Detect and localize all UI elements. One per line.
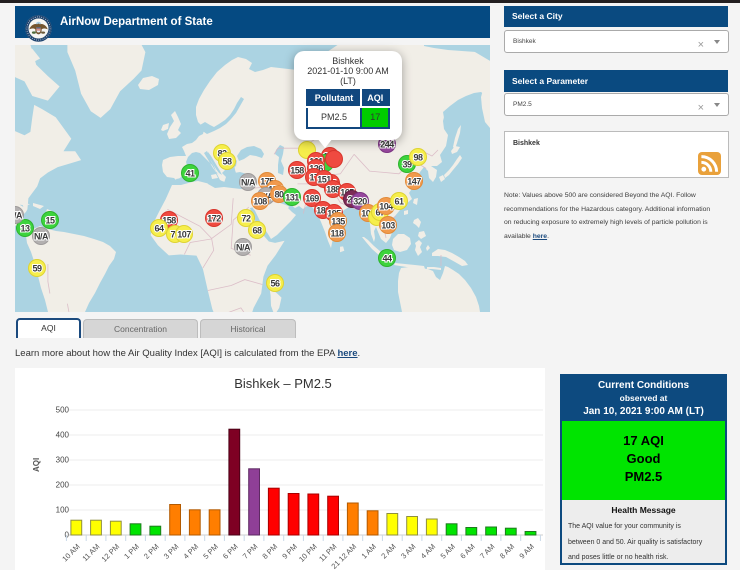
svg-text:9 AM: 9 AM <box>517 542 535 560</box>
svg-text:169: 169 <box>305 194 319 204</box>
svg-text:61: 61 <box>394 197 404 207</box>
svg-text:7 AM: 7 AM <box>478 542 496 560</box>
svg-text:158: 158 <box>290 166 304 176</box>
svg-text:400: 400 <box>56 431 70 440</box>
svg-text:41: 41 <box>185 169 195 179</box>
svg-text:N/A: N/A <box>241 178 256 188</box>
svg-text:8 AM: 8 AM <box>498 542 516 560</box>
svg-text:2 PM: 2 PM <box>142 542 161 561</box>
svg-text:1 PM: 1 PM <box>122 542 141 561</box>
svg-text:100: 100 <box>56 506 70 515</box>
svg-text:56: 56 <box>270 279 280 289</box>
svg-text:13: 13 <box>20 224 30 234</box>
svg-text:118: 118 <box>330 229 344 239</box>
svg-text:98: 98 <box>413 153 423 163</box>
svg-text:1 AM: 1 AM <box>360 542 378 560</box>
svg-text:64: 64 <box>154 224 164 234</box>
svg-text:10 AM: 10 AM <box>60 542 81 563</box>
svg-text:72: 72 <box>241 214 251 224</box>
svg-text:107: 107 <box>177 230 191 240</box>
svg-text:3 PM: 3 PM <box>162 542 181 561</box>
svg-text:7 PM: 7 PM <box>241 542 260 561</box>
svg-text:AQI: AQI <box>32 458 41 472</box>
svg-text:5 PM: 5 PM <box>201 542 220 561</box>
svg-text:172: 172 <box>207 214 221 224</box>
svg-text:3 AM: 3 AM <box>399 542 417 560</box>
svg-text:11 AM: 11 AM <box>80 542 101 563</box>
svg-text:15: 15 <box>45 216 55 226</box>
svg-text:N/A: N/A <box>15 211 23 221</box>
svg-text:108: 108 <box>253 197 267 207</box>
svg-text:9 PM: 9 PM <box>280 542 299 561</box>
svg-text:200: 200 <box>56 481 70 490</box>
svg-text:Bishkek – PM2.5: Bishkek – PM2.5 <box>234 376 332 391</box>
svg-text:103: 103 <box>381 221 395 231</box>
svg-text:N/A: N/A <box>236 243 251 253</box>
svg-text:5 AM: 5 AM <box>439 542 457 560</box>
svg-text:300: 300 <box>56 456 70 465</box>
svg-text:8 PM: 8 PM <box>260 542 279 561</box>
svg-text:500: 500 <box>56 406 70 415</box>
svg-text:147: 147 <box>407 177 421 187</box>
svg-text:0: 0 <box>65 531 70 540</box>
svg-text:59: 59 <box>32 264 42 274</box>
svg-text:4 PM: 4 PM <box>181 542 200 561</box>
svg-text:2 AM: 2 AM <box>379 542 397 560</box>
svg-text:58: 58 <box>222 157 232 167</box>
svg-text:12 PM: 12 PM <box>100 542 122 564</box>
svg-text:6 AM: 6 AM <box>458 542 476 560</box>
svg-text:N/A: N/A <box>34 232 49 242</box>
svg-text:44: 44 <box>382 254 392 264</box>
svg-text:244: 244 <box>380 140 394 150</box>
svg-text:131: 131 <box>285 193 299 203</box>
svg-text:6 PM: 6 PM <box>221 542 240 561</box>
svg-text:4 AM: 4 AM <box>419 542 437 560</box>
svg-text:68: 68 <box>252 226 262 236</box>
svg-text:10 PM: 10 PM <box>297 542 319 564</box>
svg-text:80: 80 <box>274 190 284 200</box>
